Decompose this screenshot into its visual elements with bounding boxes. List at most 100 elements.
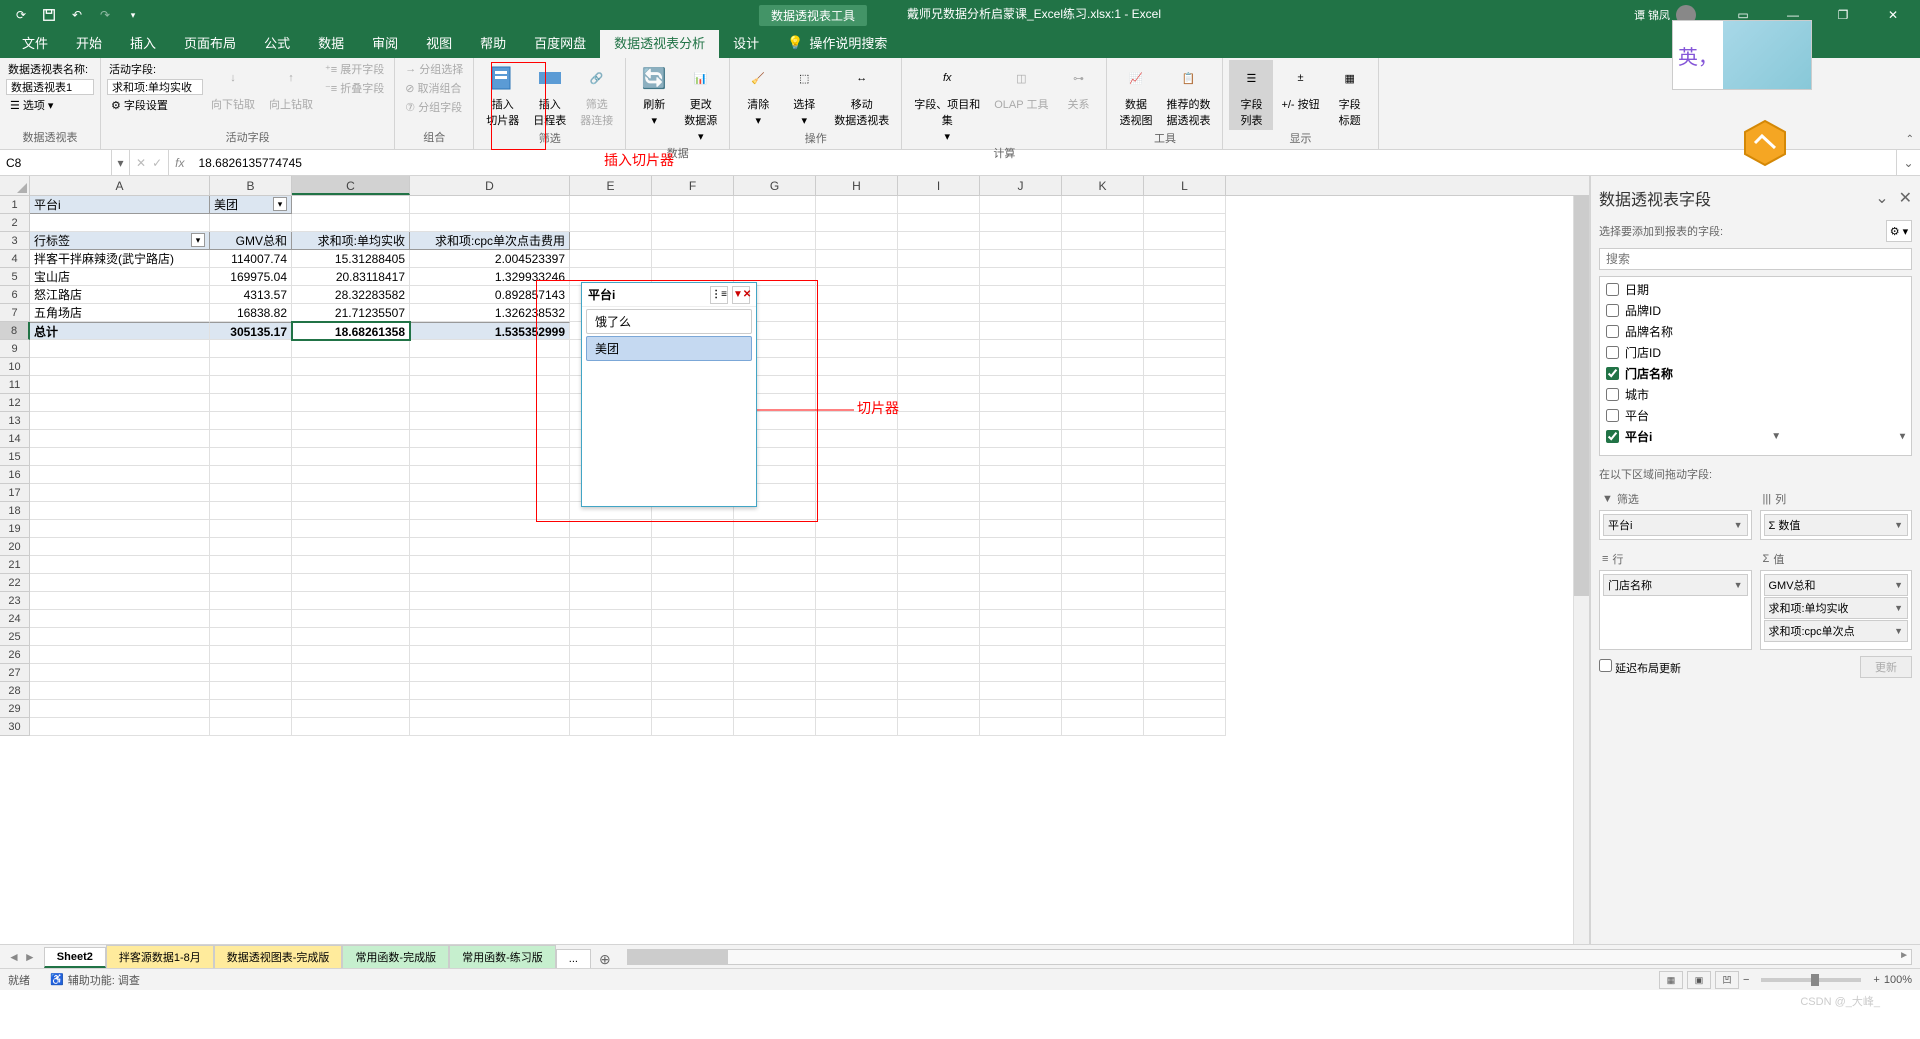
cell[interactable]: 拌客干拌麻辣烫(武宁路店): [30, 250, 210, 268]
cell[interactable]: 美团▾: [210, 196, 292, 214]
cell[interactable]: [1144, 358, 1226, 376]
cell[interactable]: [734, 232, 816, 250]
cell[interactable]: [410, 196, 570, 214]
cell[interactable]: [30, 646, 210, 664]
sheet-tab[interactable]: Sheet2: [44, 947, 106, 968]
slicer-clear-filter-icon[interactable]: ▼✕: [732, 286, 750, 304]
cell[interactable]: [410, 376, 570, 394]
change-data-source-button[interactable]: 📊 更改 数据源 ▾: [678, 60, 723, 145]
cell[interactable]: [816, 484, 898, 502]
cell[interactable]: [210, 502, 292, 520]
cell[interactable]: [30, 682, 210, 700]
cell[interactable]: [1062, 466, 1144, 484]
cell[interactable]: 平台i: [30, 196, 210, 214]
cell[interactable]: [292, 700, 410, 718]
cell[interactable]: [734, 214, 816, 232]
columns-area[interactable]: Σ 数值▼: [1760, 510, 1913, 540]
tab-data[interactable]: 数据: [304, 27, 358, 58]
group-selection-button[interactable]: → 分组选择: [401, 60, 467, 78]
cell[interactable]: [410, 664, 570, 682]
ime-indicator[interactable]: 英，: [1672, 20, 1812, 90]
field-item[interactable]: 门店名称: [1602, 363, 1909, 384]
cell[interactable]: [1062, 412, 1144, 430]
cell[interactable]: [570, 538, 652, 556]
cell[interactable]: [1062, 628, 1144, 646]
cell[interactable]: [898, 448, 980, 466]
cell[interactable]: [1144, 628, 1226, 646]
cell[interactable]: [1062, 592, 1144, 610]
row-header[interactable]: 9: [0, 340, 30, 358]
cell[interactable]: [30, 610, 210, 628]
cell[interactable]: [30, 358, 210, 376]
cell[interactable]: [1144, 520, 1226, 538]
cell[interactable]: [1144, 538, 1226, 556]
plus-minus-buttons-toggle[interactable]: ±+/- 按钮: [1275, 60, 1325, 114]
cell[interactable]: [1144, 250, 1226, 268]
cell[interactable]: 五角场店: [30, 304, 210, 322]
row-header[interactable]: 28: [0, 682, 30, 700]
cell[interactable]: [30, 376, 210, 394]
relationships-button[interactable]: ⊶关系: [1056, 60, 1100, 114]
cell[interactable]: [816, 556, 898, 574]
cell[interactable]: [1144, 304, 1226, 322]
cell[interactable]: [980, 304, 1062, 322]
cell[interactable]: [1062, 286, 1144, 304]
cell[interactable]: 0.892857143: [410, 286, 570, 304]
tab-help[interactable]: 帮助: [466, 27, 520, 58]
cell[interactable]: [1144, 556, 1226, 574]
cell[interactable]: [1144, 466, 1226, 484]
tab-baidu[interactable]: 百度网盘: [520, 27, 600, 58]
cell[interactable]: [30, 718, 210, 736]
tab-formulas[interactable]: 公式: [250, 27, 304, 58]
cell[interactable]: [292, 538, 410, 556]
cell[interactable]: [1144, 340, 1226, 358]
cell[interactable]: [292, 574, 410, 592]
sheet-tab[interactable]: 拌客源数据1-8月: [106, 945, 214, 968]
cell[interactable]: [898, 340, 980, 358]
cell[interactable]: [1062, 196, 1144, 214]
cell[interactable]: [210, 592, 292, 610]
col-header[interactable]: L: [1144, 176, 1226, 195]
cell[interactable]: [1144, 646, 1226, 664]
cell[interactable]: [1144, 592, 1226, 610]
cell[interactable]: [816, 232, 898, 250]
cell[interactable]: [980, 682, 1062, 700]
row-header[interactable]: 3: [0, 232, 30, 250]
cell[interactable]: 求和项:cpc单次点击费用: [410, 232, 570, 250]
cell[interactable]: [980, 466, 1062, 484]
cell[interactable]: [210, 700, 292, 718]
cell[interactable]: [898, 664, 980, 682]
cell[interactable]: [980, 646, 1062, 664]
vertical-scrollbar[interactable]: [1573, 196, 1589, 944]
cell[interactable]: [1062, 502, 1144, 520]
cell[interactable]: [292, 430, 410, 448]
save-icon[interactable]: [36, 2, 62, 28]
accessibility-status[interactable]: ♿ 辅助功能: 调查: [50, 972, 140, 988]
col-header[interactable]: I: [898, 176, 980, 195]
cell[interactable]: [816, 304, 898, 322]
cell[interactable]: [898, 556, 980, 574]
cell[interactable]: [980, 232, 1062, 250]
cell[interactable]: [1144, 286, 1226, 304]
cell[interactable]: [1062, 394, 1144, 412]
cell[interactable]: [410, 358, 570, 376]
cell[interactable]: [1144, 502, 1226, 520]
cell[interactable]: [652, 682, 734, 700]
cell[interactable]: [410, 574, 570, 592]
cell[interactable]: [816, 574, 898, 592]
row-header[interactable]: 4: [0, 250, 30, 268]
cell[interactable]: [980, 448, 1062, 466]
cell[interactable]: [734, 556, 816, 574]
field-item[interactable]: 平台i▼▾: [1602, 426, 1909, 447]
field-panel-layout-button[interactable]: ⚙ ▾: [1886, 220, 1912, 242]
close-panel-icon[interactable]: ✕: [1899, 188, 1912, 208]
cell[interactable]: [734, 520, 816, 538]
pivot-name-input[interactable]: [6, 79, 94, 95]
cell[interactable]: [816, 466, 898, 484]
expand-field-button[interactable]: ⁺≡ 展开字段: [321, 60, 388, 78]
undo-icon[interactable]: ↶: [64, 2, 90, 28]
row-header[interactable]: 13: [0, 412, 30, 430]
tab-file[interactable]: 文件: [8, 27, 62, 58]
cell[interactable]: [652, 718, 734, 736]
cell[interactable]: [816, 682, 898, 700]
